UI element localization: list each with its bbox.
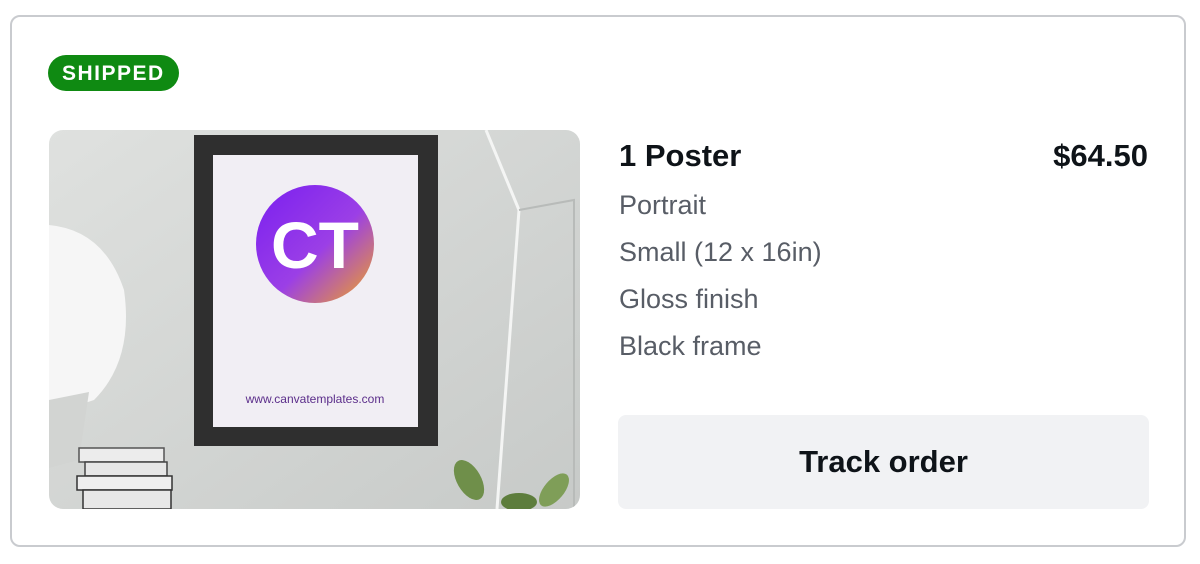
option-finish: Gloss finish <box>619 284 759 314</box>
poster-website-text: www.canvatemplates.com <box>245 392 385 406</box>
logo-text: CT <box>271 208 359 282</box>
item-price: $64.50 <box>1053 138 1148 173</box>
option-size: Small (12 x 16in) <box>619 237 822 267</box>
track-order-button[interactable]: Track order <box>618 415 1149 509</box>
option-frame: Black frame <box>619 331 762 361</box>
product-image: CT www.canvatemplates.com <box>49 130 580 509</box>
status-badge: SHIPPED <box>48 55 179 91</box>
option-orientation: Portrait <box>619 190 707 220</box>
item-title: 1 Poster <box>619 138 742 173</box>
